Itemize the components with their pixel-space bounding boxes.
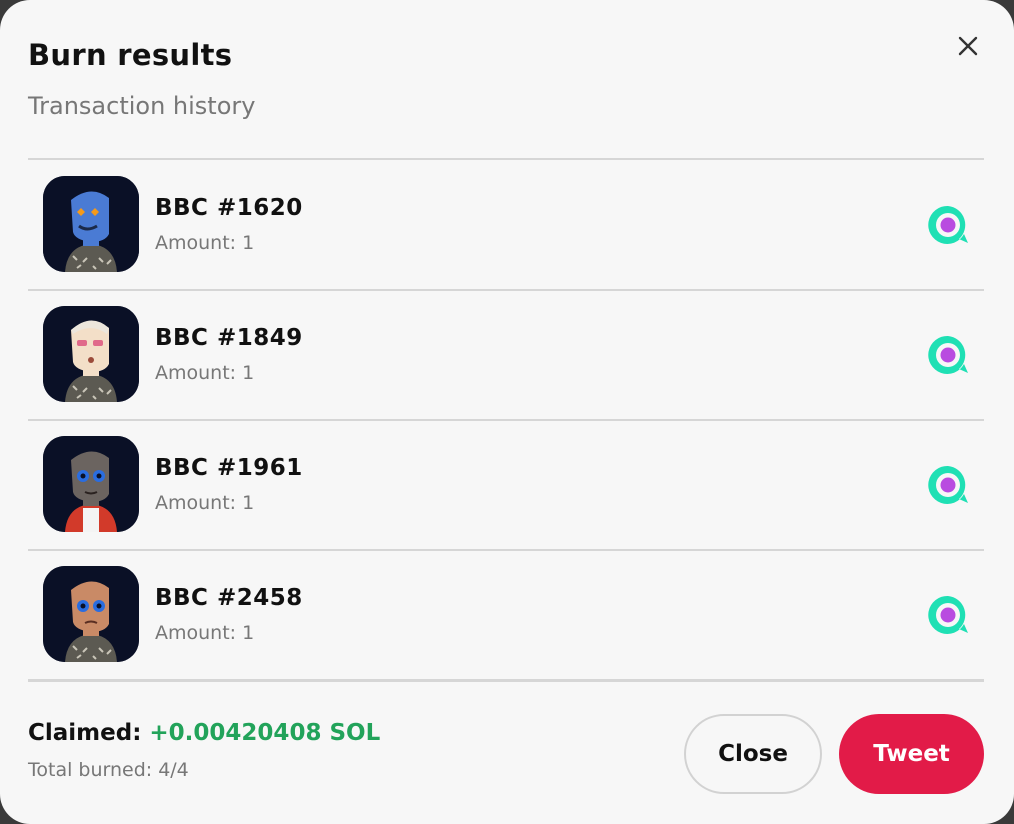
- burn-results-dialog: Burn results Transaction history BBC #16…: [0, 0, 1014, 824]
- list-item: BBC #2458 Amount: 1: [28, 549, 984, 679]
- nft-name: BBC #1849: [155, 325, 303, 351]
- amount-value: 1: [242, 232, 255, 254]
- claimed-label: Claimed:: [28, 720, 142, 746]
- amount-value: 1: [242, 492, 255, 514]
- total-burned-label: Total burned:: [28, 759, 153, 781]
- amount-value: 1: [242, 362, 255, 384]
- close-icon[interactable]: [952, 30, 984, 62]
- nft-name: BBC #1961: [155, 455, 303, 481]
- list-item: BBC #1849 Amount: 1: [28, 289, 984, 419]
- nft-avatar: [43, 436, 139, 532]
- divider: [28, 679, 984, 682]
- nft-amount: Amount: 1: [155, 232, 254, 254]
- close-button[interactable]: Close: [684, 714, 822, 794]
- amount-value: 1: [242, 622, 255, 644]
- amount-label: Amount:: [155, 622, 237, 644]
- nft-amount: Amount: 1: [155, 362, 254, 384]
- solscan-explorer-icon[interactable]: [926, 463, 970, 507]
- claimed-summary: Claimed: +0.00420408 SOL: [28, 720, 380, 746]
- amount-label: Amount:: [155, 232, 237, 254]
- amount-label: Amount:: [155, 362, 237, 384]
- dialog-subtitle: Transaction history: [28, 92, 256, 120]
- nft-avatar: [43, 176, 139, 272]
- nft-avatar: [43, 306, 139, 402]
- solscan-explorer-icon[interactable]: [926, 203, 970, 247]
- solscan-explorer-icon[interactable]: [926, 593, 970, 637]
- amount-label: Amount:: [155, 492, 237, 514]
- solscan-explorer-icon[interactable]: [926, 333, 970, 377]
- list-item: BBC #1620 Amount: 1: [28, 159, 984, 289]
- nft-name: BBC #2458: [155, 585, 303, 611]
- total-burned: Total burned: 4/4: [28, 759, 189, 781]
- nft-name: BBC #1620: [155, 195, 303, 221]
- list-item: BBC #1961 Amount: 1: [28, 419, 984, 549]
- total-burned-value: 4/4: [158, 759, 189, 781]
- tweet-button[interactable]: Tweet: [839, 714, 984, 794]
- nft-amount: Amount: 1: [155, 622, 254, 644]
- dialog-title: Burn results: [28, 38, 233, 72]
- nft-amount: Amount: 1: [155, 492, 254, 514]
- claimed-value: +0.00420408 SOL: [149, 720, 381, 746]
- nft-avatar: [43, 566, 139, 662]
